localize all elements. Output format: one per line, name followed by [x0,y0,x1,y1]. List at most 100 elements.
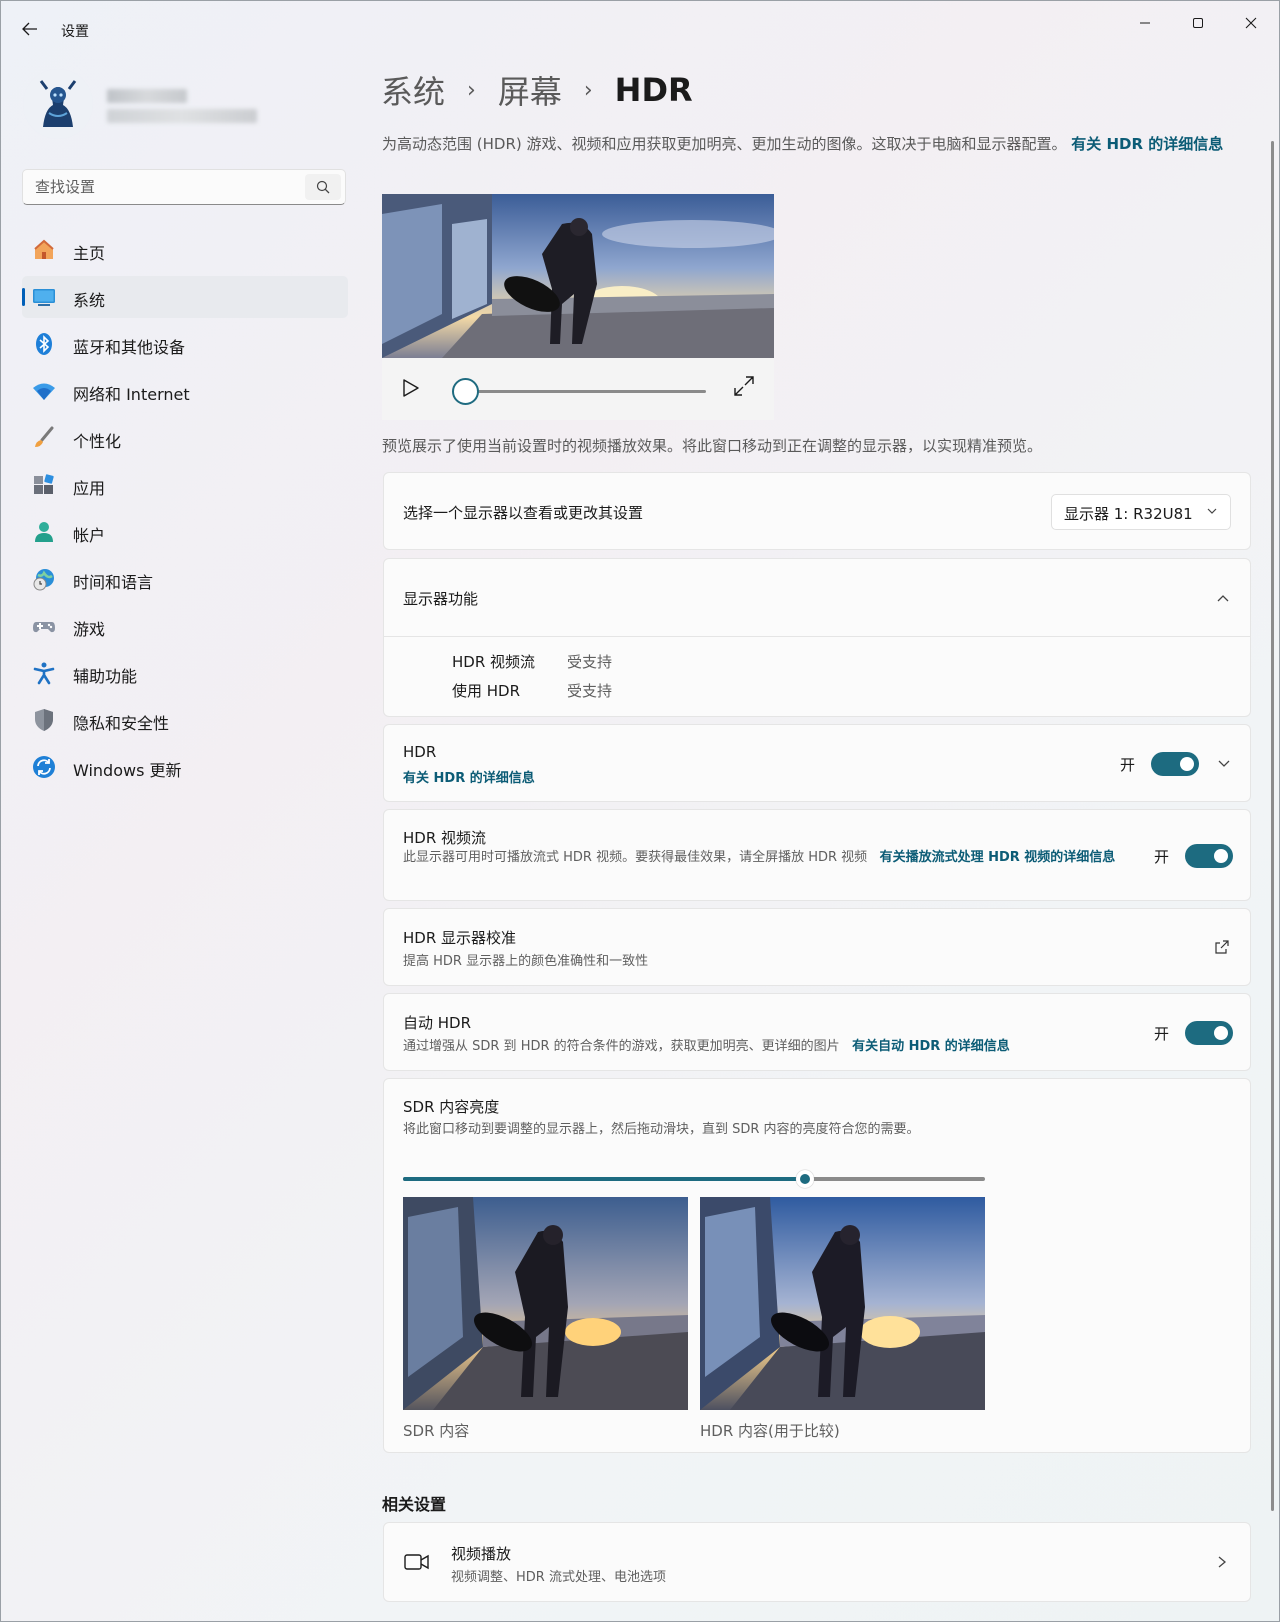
sidebar-item-label: 隐私和安全性 [73,714,170,733]
avatar-image-icon [23,69,93,139]
intro-text: 为高动态范围 (HDR) 游戏、视频和应用获取更加明亮、更加生动的图像。这取决于… [382,135,1067,153]
sidebar-item-label: Windows 更新 [73,761,182,780]
sidebar-item-apps[interactable]: 应用 [22,464,348,506]
sidebar-item-windows-update[interactable]: Windows 更新 [22,746,348,788]
accessibility-icon [32,661,56,685]
capability-name: HDR 视频流 [452,653,536,671]
sidebar-item-label: 游戏 [73,620,106,639]
video-playback-desc: 视频调整、HDR 流式处理、电池选项 [451,1570,666,1585]
breadcrumb-separator: › [583,77,593,103]
sdr-brightness-desc: 将此窗口移动到要调整的显示器上，然后拖动滑块，直到 SDR 内容的亮度符合您的需… [403,1122,920,1137]
sidebar-item-home[interactable]: 主页 [22,229,348,271]
sdr-preview-image [403,1197,688,1410]
account-icon [32,520,56,544]
sidebar-item-bluetooth[interactable]: 蓝牙和其他设备 [22,323,348,365]
fullscreen-button[interactable] [732,374,756,398]
sidebar-item-system[interactable]: 系统 [22,276,348,318]
hdr-card: HDR 有关 HDR 的详细信息 开 [383,724,1251,802]
search-input[interactable] [35,178,295,196]
gamepad-icon [32,614,56,638]
auto-hdr-card: 自动 HDR 通过增强从 SDR 到 HDR 的符合条件的游戏，获取更加明亮、更… [383,993,1251,1071]
preview-note: 预览展示了使用当前设置时的视频播放效果。将此窗口移动到正在调整的显示器，以实现精… [382,437,1043,455]
system-display-icon [32,285,56,309]
sidebar-item-accounts[interactable]: 帐户 [22,511,348,553]
sidebar-item-label: 时间和语言 [73,573,154,592]
sidebar-item-gaming[interactable]: 游戏 [22,605,348,647]
breadcrumb: 系统 › 屏幕 › HDR [381,67,693,113]
breadcrumb-system[interactable]: 系统 [381,67,445,113]
hdr-streaming-toggle[interactable] [1185,844,1233,868]
hdr-title: HDR [403,743,437,761]
hdr-streaming-link[interactable]: 有关播放流式处理 HDR 视频的详细信息 [880,850,1116,865]
hdr-sub: 有关 HDR 的详细信息 [403,767,535,786]
hdr-toggle[interactable] [1151,752,1199,776]
avatar[interactable] [23,69,93,139]
sdr-brightness-card: SDR 内容亮度 将此窗口移动到要调整的显示器上，然后拖动滑块，直到 SDR 内… [383,1078,1251,1453]
video-seek-track[interactable] [466,390,706,393]
app-title: 设置 [61,24,89,40]
auto-hdr-toggle[interactable] [1185,1021,1233,1045]
hdr-learn-more-link[interactable]: 有关 HDR 的详细信息 [1071,135,1223,153]
sidebar-item-label: 帐户 [73,526,106,545]
home-icon [32,238,56,262]
hdr-streaming-desc: 此显示器可用时可播放流式 HDR 视频。要获得最佳效果，请全屏播放 HDR 视频… [403,849,1133,866]
capabilities-title: 显示器功能 [403,590,479,608]
sidebar-item-label: 主页 [73,244,106,263]
sidebar-item-personalization[interactable]: 个性化 [22,417,348,459]
hdr-streaming-desc-text: 此显示器可用时可播放流式 HDR 视频。要获得最佳效果，请全屏播放 HDR 视频 [403,850,868,865]
sdr-brightness-thumb[interactable] [795,1170,814,1188]
monitor-dropdown-value: 显示器 1: R32U81 [1064,505,1193,523]
sidebar-item-privacy[interactable]: 隐私和安全性 [22,699,348,741]
minimize-icon [1140,22,1150,24]
chevron-down-icon [1207,508,1217,514]
intro-description: 为高动态范围 (HDR) 游戏、视频和应用获取更加明亮、更加生动的图像。这取决于… [382,133,1252,155]
paintbrush-icon [32,426,56,450]
sidebar-item-time-language[interactable]: 时间和语言 [22,558,348,600]
capability-name: 使用 HDR [452,682,521,700]
capabilities-header[interactable]: 显示器功能 [384,559,1250,637]
video-seek-thumb[interactable] [452,378,479,405]
scrollbar[interactable] [1271,141,1274,1511]
auto-hdr-link[interactable]: 有关自动 HDR 的详细信息 [852,1039,1010,1054]
play-button[interactable] [398,376,422,400]
user-name [107,89,187,103]
chevron-down-icon[interactable] [1217,757,1231,771]
capabilities-card: 显示器功能 HDR 视频流 受支持 使用 HDR 受支持 [383,558,1251,717]
video-playback-card[interactable]: 视频播放 视频调整、HDR 流式处理、电池选项 [383,1522,1251,1602]
globe-clock-icon [32,567,56,591]
hdr-details-link[interactable]: 有关 HDR 的详细信息 [403,771,535,786]
hdr-streaming-state-label: 开 [1154,848,1170,866]
maximize-button[interactable] [1178,9,1218,37]
breadcrumb-separator: › [467,77,476,103]
auto-hdr-title: 自动 HDR [403,1014,472,1032]
capability-value: 受支持 [567,682,613,700]
back-button[interactable] [17,17,43,41]
close-button[interactable] [1231,9,1271,37]
capability-value: 受支持 [567,653,613,671]
sidebar-item-accessibility[interactable]: 辅助功能 [22,652,348,694]
related-settings-title: 相关设置 [382,1495,447,1514]
sdr-brightness-track[interactable] [403,1177,985,1181]
monitor-dropdown[interactable]: 显示器 1: R32U81 [1051,494,1231,530]
calibration-title: HDR 显示器校准 [403,929,517,947]
external-link-icon [1215,940,1229,954]
sidebar-item-label: 蓝牙和其他设备 [73,338,186,357]
breadcrumb-display[interactable]: 屏幕 [498,67,562,113]
minimize-button[interactable] [1125,9,1165,37]
sdr-brightness-fill [403,1177,805,1181]
sidebar-item-label: 应用 [73,479,106,498]
search-button[interactable] [305,174,341,200]
sdr-preview-label: SDR 内容 [403,1422,470,1440]
sidebar-item-network[interactable]: 网络和 Internet [22,370,348,412]
calibration-card[interactable]: HDR 显示器校准 提高 HDR 显示器上的颜色准确性和一致性 [383,908,1251,986]
hdr-state-label: 开 [1120,756,1136,774]
back-arrow-icon [22,22,37,36]
monitor-select-card: 选择一个显示器以查看或更改其设置 显示器 1: R32U81 [383,472,1251,550]
auto-hdr-desc-text: 通过增强从 SDR 到 HDR 的符合条件的游戏，获取更加明亮、更详细的图片 [403,1039,840,1054]
calibration-desc: 提高 HDR 显示器上的颜色准确性和一致性 [403,954,649,969]
sidebar-item-label: 辅助功能 [73,667,138,686]
hdr-preview-image [700,1197,985,1410]
title-bar: 设置 [1,1,1280,49]
apps-icon [32,473,56,497]
close-icon [1245,17,1257,29]
